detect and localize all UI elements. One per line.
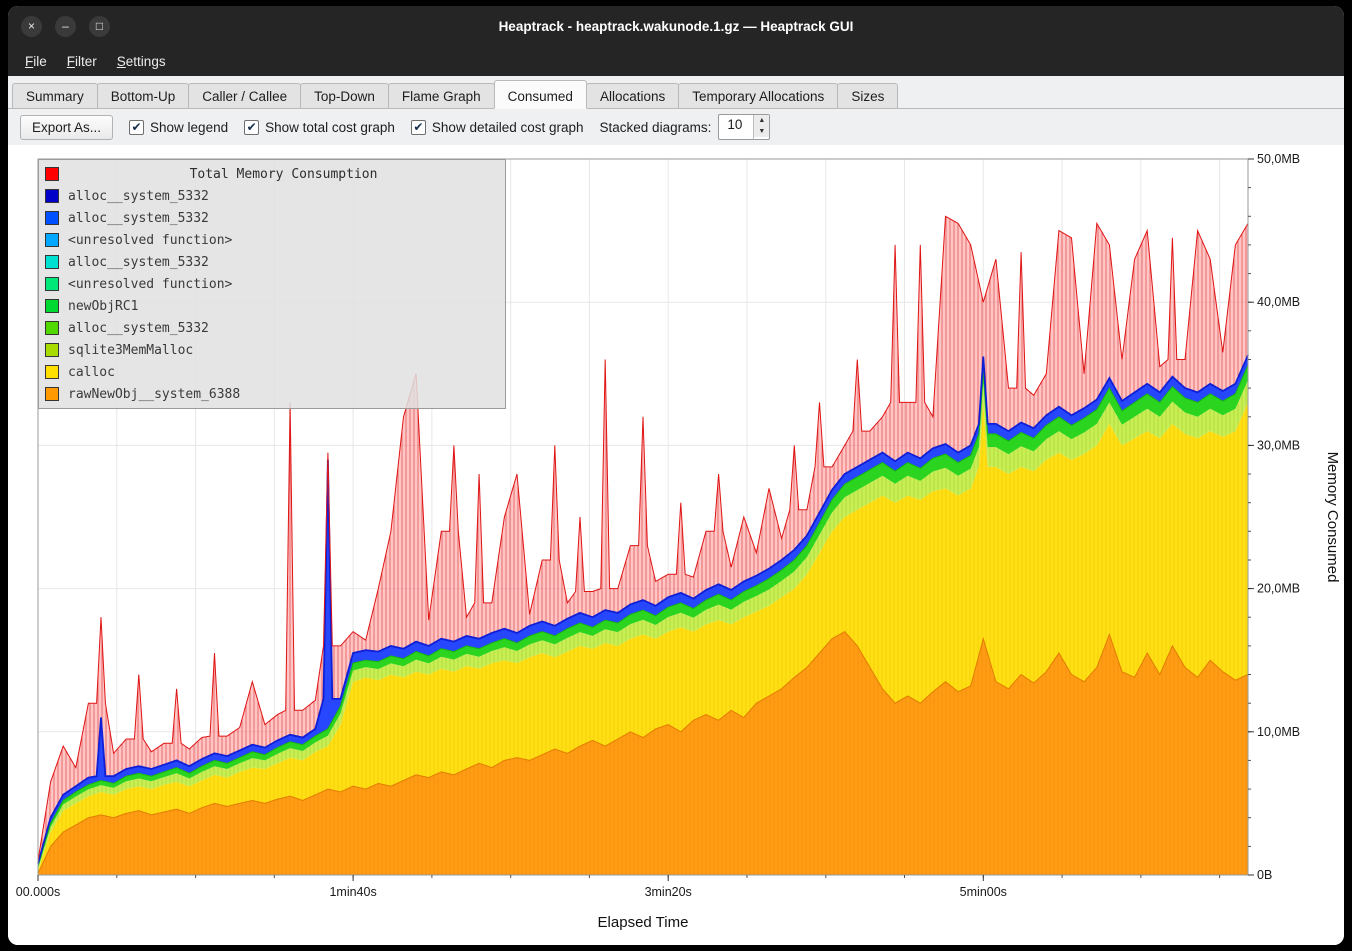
menu-filter[interactable]: Filter bbox=[58, 50, 106, 73]
checkbox-icon: ✔ bbox=[129, 120, 144, 135]
legend-swatch bbox=[45, 255, 59, 269]
legend-item: calloc bbox=[43, 361, 501, 383]
stacked-diagrams-group: Stacked diagrams: 10 ▲ ▼ bbox=[600, 114, 771, 140]
legend-label: <unresolved function> bbox=[68, 277, 232, 292]
tab-temporary-allocations[interactable]: Temporary Allocations bbox=[678, 83, 838, 108]
close-button[interactable]: × bbox=[21, 16, 42, 37]
checkbox-icon: ✔ bbox=[244, 120, 259, 135]
legend-label: sqlite3MemMalloc bbox=[68, 343, 193, 358]
legend-total-swatch bbox=[45, 167, 59, 181]
tab-top-down[interactable]: Top-Down bbox=[300, 83, 389, 108]
legend-item: alloc__system_5332 bbox=[43, 185, 501, 207]
y-tick-label: 10,0MB bbox=[1257, 725, 1300, 739]
legend-item: alloc__system_5332 bbox=[43, 207, 501, 229]
minimize-button[interactable]: – bbox=[55, 16, 76, 37]
legend-label: newObjRC1 bbox=[68, 299, 138, 314]
app-window: × – □ Heaptrack - heaptrack.wakunode.1.g… bbox=[8, 6, 1344, 945]
spinbox-buttons: ▲ ▼ bbox=[753, 115, 769, 139]
y-tick-label: 30,0MB bbox=[1257, 438, 1300, 452]
y-tick-label: 20,0MB bbox=[1257, 582, 1300, 596]
menu-settings[interactable]: Settings bbox=[108, 50, 175, 73]
legend-swatch bbox=[45, 189, 59, 203]
spin-up-icon[interactable]: ▲ bbox=[754, 115, 769, 126]
toolbar: Export As... ✔ Show legend ✔ Show total … bbox=[8, 109, 1344, 145]
maximize-button[interactable]: □ bbox=[89, 16, 110, 37]
legend-label: alloc__system_5332 bbox=[68, 255, 209, 270]
memory-consumption-chart[interactable]: 00.000s 1min40s 3min20s 5min00s 0B 10,0MB 20,0… bbox=[8, 145, 1344, 945]
legend-swatch bbox=[45, 233, 59, 247]
checkbox-label: Show total cost graph bbox=[265, 120, 395, 135]
spin-down-icon[interactable]: ▼ bbox=[754, 126, 769, 137]
tab-caller-callee[interactable]: Caller / Callee bbox=[188, 83, 301, 108]
checkbox-label: Show legend bbox=[150, 120, 228, 135]
checkbox-icon: ✔ bbox=[411, 120, 426, 135]
legend-label: calloc bbox=[68, 365, 115, 380]
spinbox-value[interactable]: 10 bbox=[719, 115, 753, 139]
chart-legend: Total Memory Consumption alloc__system_53… bbox=[38, 159, 506, 409]
menu-bar: FileFilterSettings bbox=[8, 46, 1344, 76]
x-tick-label: 00.000s bbox=[16, 885, 60, 899]
y-tick-label: 0B bbox=[1257, 868, 1272, 882]
legend-item: alloc__system_5332 bbox=[43, 317, 501, 339]
legend-item: newObjRC1 bbox=[43, 295, 501, 317]
y-tick-label: 50,0MB bbox=[1257, 152, 1300, 166]
x-tick-label: 5min00s bbox=[960, 885, 1007, 899]
legend-item: sqlite3MemMalloc bbox=[43, 339, 501, 361]
x-axis-title: Elapsed Time bbox=[598, 914, 689, 931]
legend-label: alloc__system_5332 bbox=[68, 211, 209, 226]
show-legend-checkbox[interactable]: ✔ Show legend bbox=[129, 120, 228, 135]
menu-file[interactable]: File bbox=[16, 50, 56, 73]
export-as-button[interactable]: Export As... bbox=[20, 115, 113, 140]
x-tick-label: 3min20s bbox=[645, 885, 692, 899]
legend-label: rawNewObj__system_6388 bbox=[68, 387, 240, 402]
legend-label: <unresolved function> bbox=[68, 233, 232, 248]
legend-item: rawNewObj__system_6388 bbox=[43, 383, 501, 405]
tab-summary[interactable]: Summary bbox=[12, 83, 98, 108]
legend-item: alloc__system_5332 bbox=[43, 251, 501, 273]
tab-allocations[interactable]: Allocations bbox=[586, 83, 679, 108]
checkbox-label: Show detailed cost graph bbox=[432, 120, 584, 135]
legend-label: alloc__system_5332 bbox=[68, 321, 209, 336]
legend-label: alloc__system_5332 bbox=[68, 189, 209, 204]
title-bar: × – □ Heaptrack - heaptrack.wakunode.1.g… bbox=[8, 6, 1344, 46]
tab-bar: SummaryBottom-UpCaller / CalleeTop-DownF… bbox=[8, 76, 1344, 109]
legend-swatch bbox=[45, 277, 59, 291]
legend-item: <unresolved function> bbox=[43, 229, 501, 251]
tab-consumed[interactable]: Consumed bbox=[494, 80, 587, 109]
legend-item: <unresolved function> bbox=[43, 273, 501, 295]
window-title: Heaptrack - heaptrack.wakunode.1.gz — He… bbox=[8, 19, 1344, 34]
legend-swatch bbox=[45, 211, 59, 225]
legend-swatch bbox=[45, 343, 59, 357]
legend-swatch bbox=[45, 387, 59, 401]
y-tick-label: 40,0MB bbox=[1257, 295, 1300, 309]
legend-swatch bbox=[45, 321, 59, 335]
stacked-diagrams-label: Stacked diagrams: bbox=[600, 120, 712, 135]
tab-bottom-up[interactable]: Bottom-Up bbox=[97, 83, 190, 108]
legend-title-row: Total Memory Consumption bbox=[43, 163, 501, 185]
show-total-cost-checkbox[interactable]: ✔ Show total cost graph bbox=[244, 120, 395, 135]
legend-swatch bbox=[45, 365, 59, 379]
show-detailed-cost-checkbox[interactable]: ✔ Show detailed cost graph bbox=[411, 120, 584, 135]
x-tick-label: 1min40s bbox=[329, 885, 376, 899]
y-axis-title: Memory Consumed bbox=[1324, 452, 1341, 583]
legend-title: Total Memory Consumption bbox=[68, 167, 499, 182]
tab-flame-graph[interactable]: Flame Graph bbox=[388, 83, 495, 108]
stacked-diagrams-spinbox[interactable]: 10 ▲ ▼ bbox=[718, 114, 770, 140]
legend-swatch bbox=[45, 299, 59, 313]
tab-sizes[interactable]: Sizes bbox=[837, 83, 898, 108]
